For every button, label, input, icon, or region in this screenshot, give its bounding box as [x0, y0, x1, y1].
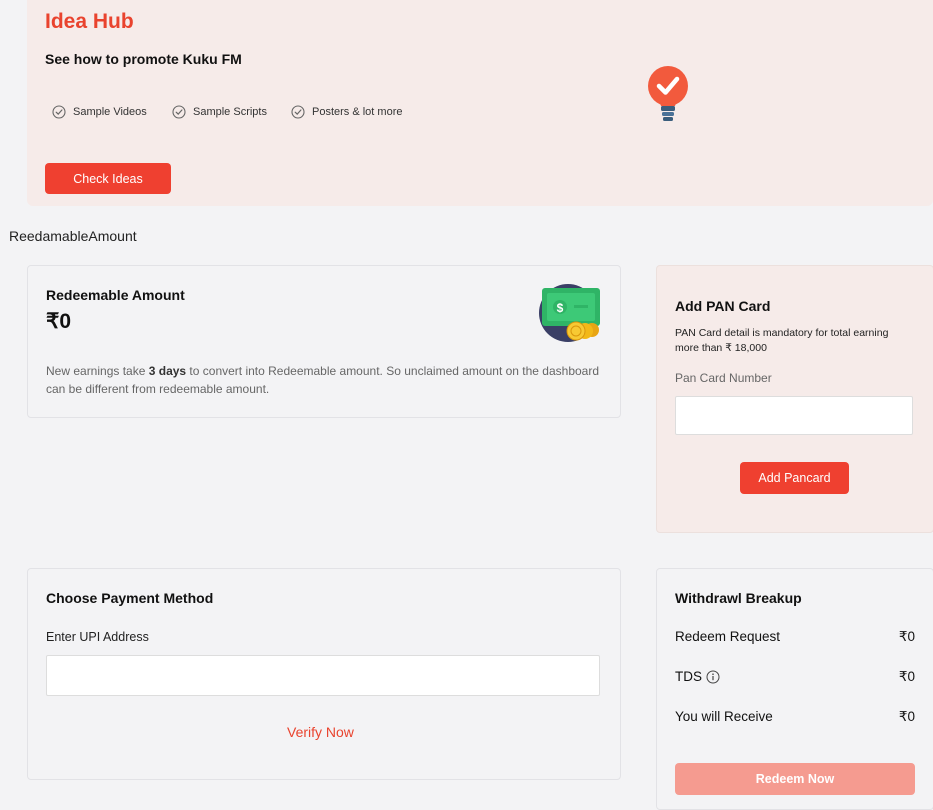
- add-pancard-button[interactable]: Add Pancard: [740, 462, 849, 494]
- tds-label: TDS: [675, 669, 702, 684]
- redeemable-amount-title: Redeemable Amount: [46, 287, 185, 303]
- redeem-now-button[interactable]: Redeem Now: [675, 763, 915, 795]
- tds-row-label: TDS: [675, 669, 720, 684]
- idea-hub-subtitle: See how to promote Kuku FM: [45, 51, 242, 67]
- upi-address-label: Enter UPI Address: [46, 630, 149, 644]
- pan-card-note: PAN Card detail is mandatory for total e…: [675, 327, 889, 354]
- feature-posters: Posters & lot more: [291, 105, 402, 119]
- lightbulb-icon: [648, 66, 688, 121]
- feature-sample-scripts: Sample Scripts: [172, 105, 267, 119]
- svg-text:$: $: [557, 301, 564, 315]
- note-text: New earnings take: [46, 364, 149, 378]
- redeem-request-label: Redeem Request: [675, 629, 781, 644]
- note-bold-text: 3 days: [148, 364, 187, 378]
- tds-value: ₹0: [898, 669, 915, 684]
- check-circle-icon: [52, 105, 66, 119]
- payment-method-title: Choose Payment Method: [46, 590, 214, 606]
- you-will-receive-value: ₹0: [898, 709, 915, 724]
- idea-hub-title: Idea Hub: [45, 10, 134, 33]
- check-ideas-button[interactable]: Check Ideas: [45, 163, 171, 194]
- feature-label: Sample Videos: [73, 106, 147, 118]
- feature-label: Sample Scripts: [193, 106, 267, 118]
- info-icon[interactable]: [706, 670, 720, 684]
- you-will-receive-label: You will Receive: [675, 709, 773, 724]
- pan-card-title: Add PAN Card: [675, 298, 771, 314]
- upi-address-input[interactable]: [46, 655, 600, 696]
- pan-number-input[interactable]: [675, 396, 913, 435]
- money-coins-icon: $: [539, 284, 600, 342]
- redeemable-note: New earnings take 3 days to convert into…: [46, 362, 606, 398]
- section-label: ReedamableAmount: [9, 228, 137, 244]
- verify-now-button[interactable]: Verify Now: [287, 724, 354, 740]
- pan-number-label: Pan Card Number: [675, 371, 772, 385]
- withdrawl-breakup-title: Withdrawl Breakup: [675, 590, 802, 606]
- check-circle-icon: [291, 105, 305, 119]
- redeemable-amount-value: ₹0: [46, 310, 72, 333]
- feature-sample-videos: Sample Videos: [52, 105, 147, 119]
- feature-label: Posters & lot more: [312, 106, 403, 118]
- check-circle-icon: [172, 105, 186, 119]
- redeem-request-value: ₹0: [898, 629, 915, 644]
